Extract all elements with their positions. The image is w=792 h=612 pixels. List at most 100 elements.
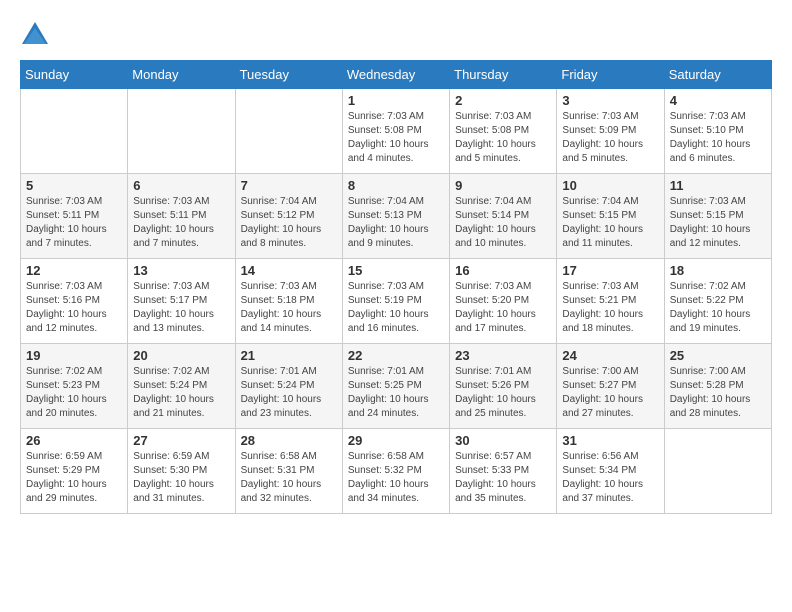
day-number: 28 bbox=[241, 433, 337, 448]
day-info: Sunrise: 7:03 AM Sunset: 5:11 PM Dayligh… bbox=[133, 195, 229, 251]
day-info: Sunrise: 6:59 AM Sunset: 5:30 PM Dayligh… bbox=[133, 450, 229, 506]
week-row-1: 1Sunrise: 7:03 AM Sunset: 5:08 PM Daylig… bbox=[21, 89, 772, 174]
day-number: 31 bbox=[562, 433, 658, 448]
day-cell: 12 Sunrise: 7:03 AM Sunset: 5:16 PM Dayli… bbox=[21, 259, 128, 344]
day-info: Sunrise: 7:03 AM Sunset: 5:08 PM Dayligh… bbox=[348, 110, 444, 166]
day-cell: 8 Sunrise: 7:04 AM Sunset: 5:13 PM Daylig… bbox=[342, 174, 449, 259]
weekday-header-sunday: Sunday bbox=[21, 61, 128, 89]
day-cell: 18 Sunrise: 7:02 AM Sunset: 5:22 PM Dayli… bbox=[664, 259, 771, 344]
day-info: Sunrise: 7:02 AM Sunset: 5:24 PM Dayligh… bbox=[133, 365, 229, 421]
day-number: 5 bbox=[26, 178, 122, 193]
day-cell: 11Sunrise: 7:03 AM Sunset: 5:15 PM Dayli… bbox=[664, 174, 771, 259]
day-info: Sunrise: 7:03 AM Sunset: 5:15 PM Dayligh… bbox=[670, 195, 766, 251]
day-number: 8 bbox=[348, 178, 444, 193]
day-cell: 22 Sunrise: 7:01 AM Sunset: 5:25 PM Dayli… bbox=[342, 344, 449, 429]
day-cell: 17 Sunrise: 7:03 AM Sunset: 5:21 PM Dayli… bbox=[557, 259, 664, 344]
day-number: 12 bbox=[26, 263, 122, 278]
day-info: Sunrise: 7:03 AM Sunset: 5:08 PM Dayligh… bbox=[455, 110, 551, 166]
day-cell: 7 Sunrise: 7:04 AM Sunset: 5:12 PM Daylig… bbox=[235, 174, 342, 259]
day-number: 14 bbox=[241, 263, 337, 278]
day-cell: 21 Sunrise: 7:01 AM Sunset: 5:24 PM Dayli… bbox=[235, 344, 342, 429]
day-info: Sunrise: 7:04 AM Sunset: 5:13 PM Dayligh… bbox=[348, 195, 444, 251]
day-cell: 29 Sunrise: 6:58 AM Sunset: 5:32 PM Dayli… bbox=[342, 429, 449, 514]
day-info: Sunrise: 7:04 AM Sunset: 5:15 PM Dayligh… bbox=[562, 195, 658, 251]
day-cell bbox=[664, 429, 771, 514]
day-cell bbox=[128, 89, 235, 174]
day-info: Sunrise: 7:04 AM Sunset: 5:12 PM Dayligh… bbox=[241, 195, 337, 251]
day-info: Sunrise: 6:58 AM Sunset: 5:31 PM Dayligh… bbox=[241, 450, 337, 506]
day-cell: 31 Sunrise: 6:56 AM Sunset: 5:34 PM Dayli… bbox=[557, 429, 664, 514]
day-info: Sunrise: 7:01 AM Sunset: 5:25 PM Dayligh… bbox=[348, 365, 444, 421]
day-info: Sunrise: 7:03 AM Sunset: 5:17 PM Dayligh… bbox=[133, 280, 229, 336]
day-number: 21 bbox=[241, 348, 337, 363]
day-number: 17 bbox=[562, 263, 658, 278]
day-number: 19 bbox=[26, 348, 122, 363]
day-cell: 15 Sunrise: 7:03 AM Sunset: 5:19 PM Dayli… bbox=[342, 259, 449, 344]
weekday-header-tuesday: Tuesday bbox=[235, 61, 342, 89]
day-number: 13 bbox=[133, 263, 229, 278]
day-number: 30 bbox=[455, 433, 551, 448]
day-info: Sunrise: 7:03 AM Sunset: 5:21 PM Dayligh… bbox=[562, 280, 658, 336]
day-info: Sunrise: 7:02 AM Sunset: 5:22 PM Dayligh… bbox=[670, 280, 766, 336]
day-info: Sunrise: 7:01 AM Sunset: 5:24 PM Dayligh… bbox=[241, 365, 337, 421]
day-info: Sunrise: 6:56 AM Sunset: 5:34 PM Dayligh… bbox=[562, 450, 658, 506]
day-number: 16 bbox=[455, 263, 551, 278]
day-info: Sunrise: 7:02 AM Sunset: 5:23 PM Dayligh… bbox=[26, 365, 122, 421]
day-cell: 13 Sunrise: 7:03 AM Sunset: 5:17 PM Dayli… bbox=[128, 259, 235, 344]
day-number: 7 bbox=[241, 178, 337, 193]
weekday-header-thursday: Thursday bbox=[450, 61, 557, 89]
day-cell: 20 Sunrise: 7:02 AM Sunset: 5:24 PM Dayli… bbox=[128, 344, 235, 429]
day-cell: 19 Sunrise: 7:02 AM Sunset: 5:23 PM Dayli… bbox=[21, 344, 128, 429]
day-info: Sunrise: 7:03 AM Sunset: 5:09 PM Dayligh… bbox=[562, 110, 658, 166]
day-number: 18 bbox=[670, 263, 766, 278]
day-info: Sunrise: 7:04 AM Sunset: 5:14 PM Dayligh… bbox=[455, 195, 551, 251]
day-cell: 25 Sunrise: 7:00 AM Sunset: 5:28 PM Dayli… bbox=[664, 344, 771, 429]
day-number: 20 bbox=[133, 348, 229, 363]
day-info: Sunrise: 6:57 AM Sunset: 5:33 PM Dayligh… bbox=[455, 450, 551, 506]
day-cell: 1Sunrise: 7:03 AM Sunset: 5:08 PM Daylig… bbox=[342, 89, 449, 174]
day-cell: 2 Sunrise: 7:03 AM Sunset: 5:08 PM Daylig… bbox=[450, 89, 557, 174]
day-cell: 4 Sunrise: 7:03 AM Sunset: 5:10 PM Daylig… bbox=[664, 89, 771, 174]
day-cell: 10 Sunrise: 7:04 AM Sunset: 5:15 PM Dayli… bbox=[557, 174, 664, 259]
day-number: 25 bbox=[670, 348, 766, 363]
weekday-header-wednesday: Wednesday bbox=[342, 61, 449, 89]
day-info: Sunrise: 6:58 AM Sunset: 5:32 PM Dayligh… bbox=[348, 450, 444, 506]
week-row-2: 5 Sunrise: 7:03 AM Sunset: 5:11 PM Daylig… bbox=[21, 174, 772, 259]
day-cell bbox=[21, 89, 128, 174]
day-number: 22 bbox=[348, 348, 444, 363]
day-number: 3 bbox=[562, 93, 658, 108]
day-info: Sunrise: 7:03 AM Sunset: 5:10 PM Dayligh… bbox=[670, 110, 766, 166]
day-number: 15 bbox=[348, 263, 444, 278]
page-header bbox=[20, 20, 772, 50]
day-number: 6 bbox=[133, 178, 229, 193]
day-info: Sunrise: 7:03 AM Sunset: 5:19 PM Dayligh… bbox=[348, 280, 444, 336]
day-info: Sunrise: 7:01 AM Sunset: 5:26 PM Dayligh… bbox=[455, 365, 551, 421]
day-info: Sunrise: 7:03 AM Sunset: 5:16 PM Dayligh… bbox=[26, 280, 122, 336]
day-cell: 9 Sunrise: 7:04 AM Sunset: 5:14 PM Daylig… bbox=[450, 174, 557, 259]
day-number: 9 bbox=[455, 178, 551, 193]
weekday-header-saturday: Saturday bbox=[664, 61, 771, 89]
day-cell: 3 Sunrise: 7:03 AM Sunset: 5:09 PM Daylig… bbox=[557, 89, 664, 174]
day-info: Sunrise: 7:03 AM Sunset: 5:18 PM Dayligh… bbox=[241, 280, 337, 336]
week-row-4: 19 Sunrise: 7:02 AM Sunset: 5:23 PM Dayli… bbox=[21, 344, 772, 429]
day-cell: 26Sunrise: 6:59 AM Sunset: 5:29 PM Dayli… bbox=[21, 429, 128, 514]
day-number: 2 bbox=[455, 93, 551, 108]
day-number: 23 bbox=[455, 348, 551, 363]
weekday-header-friday: Friday bbox=[557, 61, 664, 89]
day-number: 24 bbox=[562, 348, 658, 363]
day-number: 29 bbox=[348, 433, 444, 448]
day-number: 10 bbox=[562, 178, 658, 193]
day-cell: 23 Sunrise: 7:01 AM Sunset: 5:26 PM Dayli… bbox=[450, 344, 557, 429]
logo-icon bbox=[20, 20, 50, 50]
day-number: 4 bbox=[670, 93, 766, 108]
day-cell: 28 Sunrise: 6:58 AM Sunset: 5:31 PM Dayli… bbox=[235, 429, 342, 514]
week-row-3: 12 Sunrise: 7:03 AM Sunset: 5:16 PM Dayli… bbox=[21, 259, 772, 344]
day-cell: 16Sunrise: 7:03 AM Sunset: 5:20 PM Dayli… bbox=[450, 259, 557, 344]
day-cell: 30 Sunrise: 6:57 AM Sunset: 5:33 PM Dayli… bbox=[450, 429, 557, 514]
weekday-header-monday: Monday bbox=[128, 61, 235, 89]
day-cell: 6 Sunrise: 7:03 AM Sunset: 5:11 PM Daylig… bbox=[128, 174, 235, 259]
day-info: Sunrise: 7:00 AM Sunset: 5:28 PM Dayligh… bbox=[670, 365, 766, 421]
logo bbox=[20, 20, 52, 50]
day-cell: 14 Sunrise: 7:03 AM Sunset: 5:18 PM Dayli… bbox=[235, 259, 342, 344]
weekday-header-row: SundayMondayTuesdayWednesdayThursdayFrid… bbox=[21, 61, 772, 89]
